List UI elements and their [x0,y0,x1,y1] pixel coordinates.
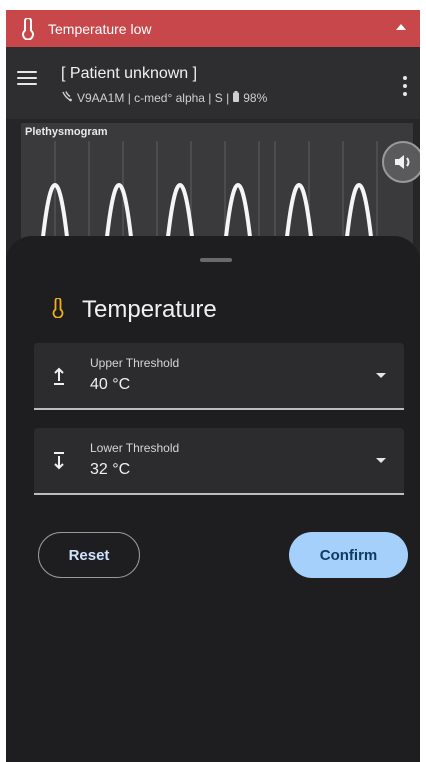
thermometer-icon [19,17,37,41]
battery-icon [233,90,240,105]
volume-icon[interactable] [382,141,420,183]
more-options-icon[interactable] [402,76,408,96]
patient-name: [ Patient unknown ] [61,65,198,82]
drag-handle[interactable] [200,258,232,262]
chevron-up-icon[interactable] [396,24,406,30]
lower-threshold-select[interactable]: Lower Threshold 32 °C [34,428,404,495]
menu-icon[interactable] [17,71,37,86]
device-line: V9AA1M | c-med° alpha | S | [77,90,230,105]
alert-title: Temperature low [48,20,152,37]
thermometer-icon [52,296,64,323]
arrow-down-bar-icon [52,450,66,472]
lower-threshold-label: Lower Threshold [90,441,180,455]
sheet-header: Temperature [52,296,217,324]
reset-button[interactable]: Reset [38,532,140,578]
app-screen: Temperature low [ Patient unknown ] V9AA… [6,10,420,762]
pleth-label: Plethysmogram [25,126,108,138]
upper-threshold-value: 40 °C [90,376,131,393]
confirm-button[interactable]: Confirm [289,532,408,578]
threshold-bottom-sheet: Temperature Upper Threshold 40 °C Lower … [6,236,420,762]
alert-banner[interactable]: Temperature low [6,10,420,47]
dropdown-caret-icon[interactable] [376,373,386,378]
lower-threshold-value: 32 °C [90,461,131,478]
upper-threshold-label: Upper Threshold [90,356,180,370]
sheet-title: Temperature [82,296,217,323]
patient-header: [ Patient unknown ] V9AA1M | c-med° alph… [6,47,420,119]
dropdown-caret-icon[interactable] [376,458,386,463]
sensor-icon [61,90,73,105]
battery-level: 98% [243,90,268,105]
upper-threshold-select[interactable]: Upper Threshold 40 °C [34,343,404,410]
device-info: V9AA1M | c-med° alpha | S | 98% [61,90,267,105]
arrow-up-bar-icon [52,365,66,387]
